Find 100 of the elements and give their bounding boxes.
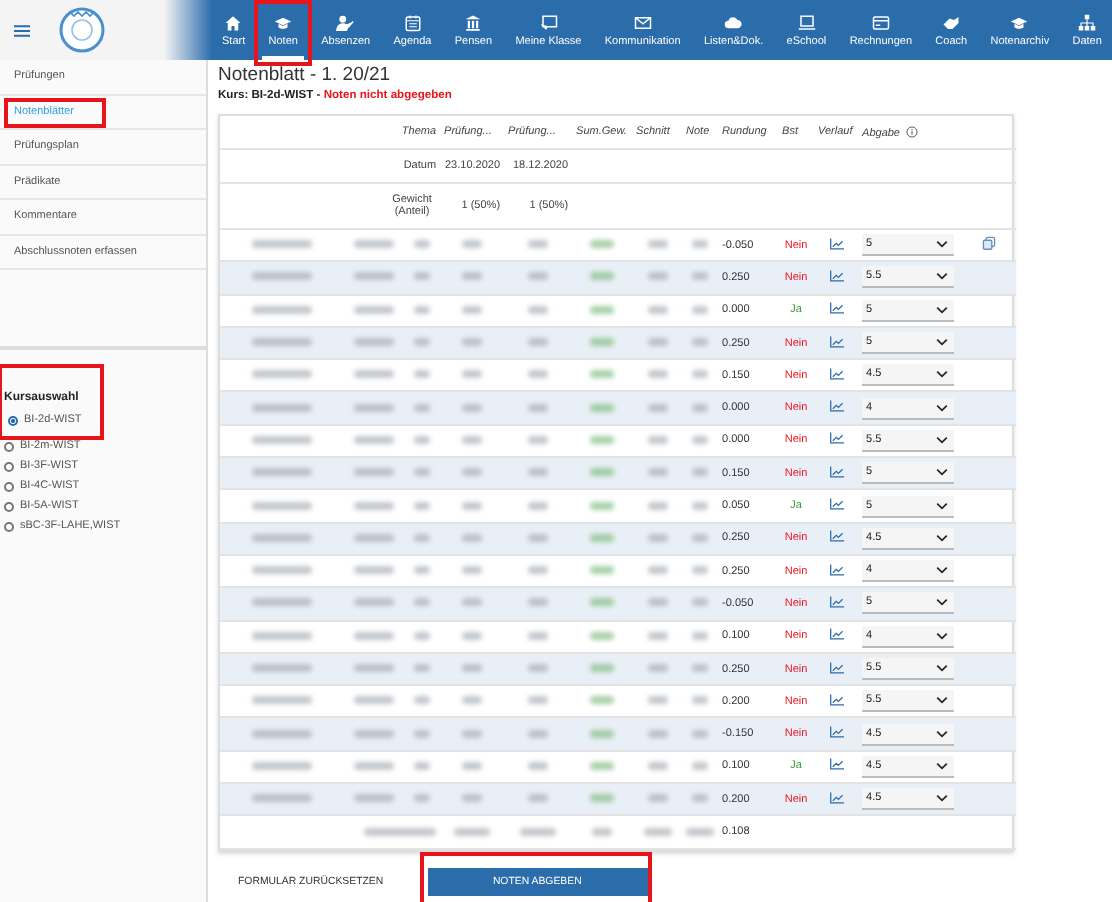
chart-icon[interactable] xyxy=(829,432,844,445)
blurred-text xyxy=(590,696,615,705)
blurred-text xyxy=(692,729,709,738)
blurred-text xyxy=(590,305,615,314)
blurred-text xyxy=(354,272,394,281)
blurred-text xyxy=(252,305,312,314)
graduation-cap-icon xyxy=(274,13,293,31)
blurred-text xyxy=(528,240,549,249)
chevron-icon xyxy=(936,696,949,705)
chart-icon[interactable] xyxy=(829,335,844,348)
chart-icon[interactable] xyxy=(829,302,844,315)
blurred-text xyxy=(354,761,394,770)
chart-icon[interactable] xyxy=(829,465,844,478)
chart-icon[interactable] xyxy=(829,563,844,576)
blurred-text xyxy=(462,468,483,477)
blurred-text xyxy=(354,598,394,607)
blurred-text xyxy=(692,338,709,347)
blurred-text xyxy=(590,631,615,640)
blurred-text xyxy=(252,794,312,803)
blurred-text xyxy=(528,370,549,379)
blurred-text xyxy=(462,664,483,673)
info-icon[interactable] xyxy=(905,125,918,137)
blurred-text xyxy=(462,240,483,249)
chevron-icon xyxy=(936,729,949,738)
chevron-icon xyxy=(936,305,949,314)
blurred-text xyxy=(590,338,615,347)
blurred-text xyxy=(252,501,312,510)
blurred-text xyxy=(647,533,668,542)
chevron-icon xyxy=(936,272,949,281)
blurred-text xyxy=(528,794,549,803)
chart-icon[interactable] xyxy=(829,237,844,250)
copy-icon[interactable] xyxy=(982,236,997,251)
blurred-text xyxy=(590,272,615,281)
blurred-text xyxy=(354,305,394,314)
chart-icon[interactable] xyxy=(829,791,844,804)
blurred-text xyxy=(252,370,312,379)
blurred-text xyxy=(528,696,549,705)
blurred-text xyxy=(414,761,431,770)
chevron-icon xyxy=(936,761,949,770)
chart-icon[interactable] xyxy=(829,367,844,380)
logo-icon[interactable] xyxy=(58,6,106,54)
chevron-icon xyxy=(936,533,949,542)
blurred-text xyxy=(354,533,394,542)
blurred-text xyxy=(414,631,431,640)
blurred-text xyxy=(462,598,483,607)
blurred-text xyxy=(647,501,668,510)
chevron-icon xyxy=(936,338,949,347)
blurred-text xyxy=(692,305,709,314)
blurred-text xyxy=(414,696,431,705)
blurred-text xyxy=(647,305,668,314)
chart-icon[interactable] xyxy=(829,726,844,739)
chart-icon[interactable] xyxy=(829,758,844,771)
blurred-text xyxy=(354,370,394,379)
blurred-text xyxy=(528,435,549,444)
menu-icon[interactable] xyxy=(14,23,30,37)
chevron-icon xyxy=(936,435,949,444)
blurred-text xyxy=(354,501,394,510)
blurred-text xyxy=(414,403,431,412)
chart-icon[interactable] xyxy=(829,628,844,641)
blurred-text xyxy=(462,566,483,575)
chart-icon[interactable] xyxy=(829,269,844,282)
blurred-text xyxy=(528,272,549,281)
blurred-text xyxy=(590,501,615,510)
chevron-icon xyxy=(936,664,949,672)
blurred-text xyxy=(590,598,615,607)
chart-icon[interactable] xyxy=(829,595,844,608)
blurred-text xyxy=(647,240,668,249)
chart-icon[interactable] xyxy=(829,498,844,511)
chart-icon[interactable] xyxy=(829,400,844,413)
blurred-text xyxy=(520,827,557,836)
blurred-text xyxy=(692,566,709,575)
blurred-text xyxy=(590,240,615,249)
blurred-text xyxy=(692,631,709,640)
columns-icon xyxy=(464,13,483,31)
envelope-icon xyxy=(633,13,652,31)
blurred-text xyxy=(454,827,491,836)
blurred-text xyxy=(590,468,615,477)
blurred-text xyxy=(354,794,394,803)
chevron-icon xyxy=(936,240,949,249)
blurred-text xyxy=(692,696,709,705)
blurred-text xyxy=(414,794,431,803)
blurred-text xyxy=(528,664,549,673)
blurred-text xyxy=(590,566,615,575)
blurred-text xyxy=(647,729,668,738)
blurred-text xyxy=(354,631,394,640)
blurred-text xyxy=(643,827,672,836)
chart-icon[interactable] xyxy=(829,693,844,706)
chart-icon[interactable] xyxy=(829,530,844,543)
blurred-text xyxy=(354,566,394,575)
graduation-cap-icon xyxy=(1010,13,1029,31)
chart-icon[interactable] xyxy=(829,661,844,673)
blurred-text xyxy=(252,533,312,542)
blurred-text xyxy=(354,403,394,412)
blurred-text xyxy=(414,272,431,281)
blurred-text xyxy=(462,338,483,347)
blurred-text xyxy=(692,272,709,281)
blurred-text xyxy=(252,631,312,640)
blurred-text xyxy=(528,338,549,347)
chevron-icon xyxy=(936,598,949,607)
blurred-text xyxy=(252,435,312,444)
